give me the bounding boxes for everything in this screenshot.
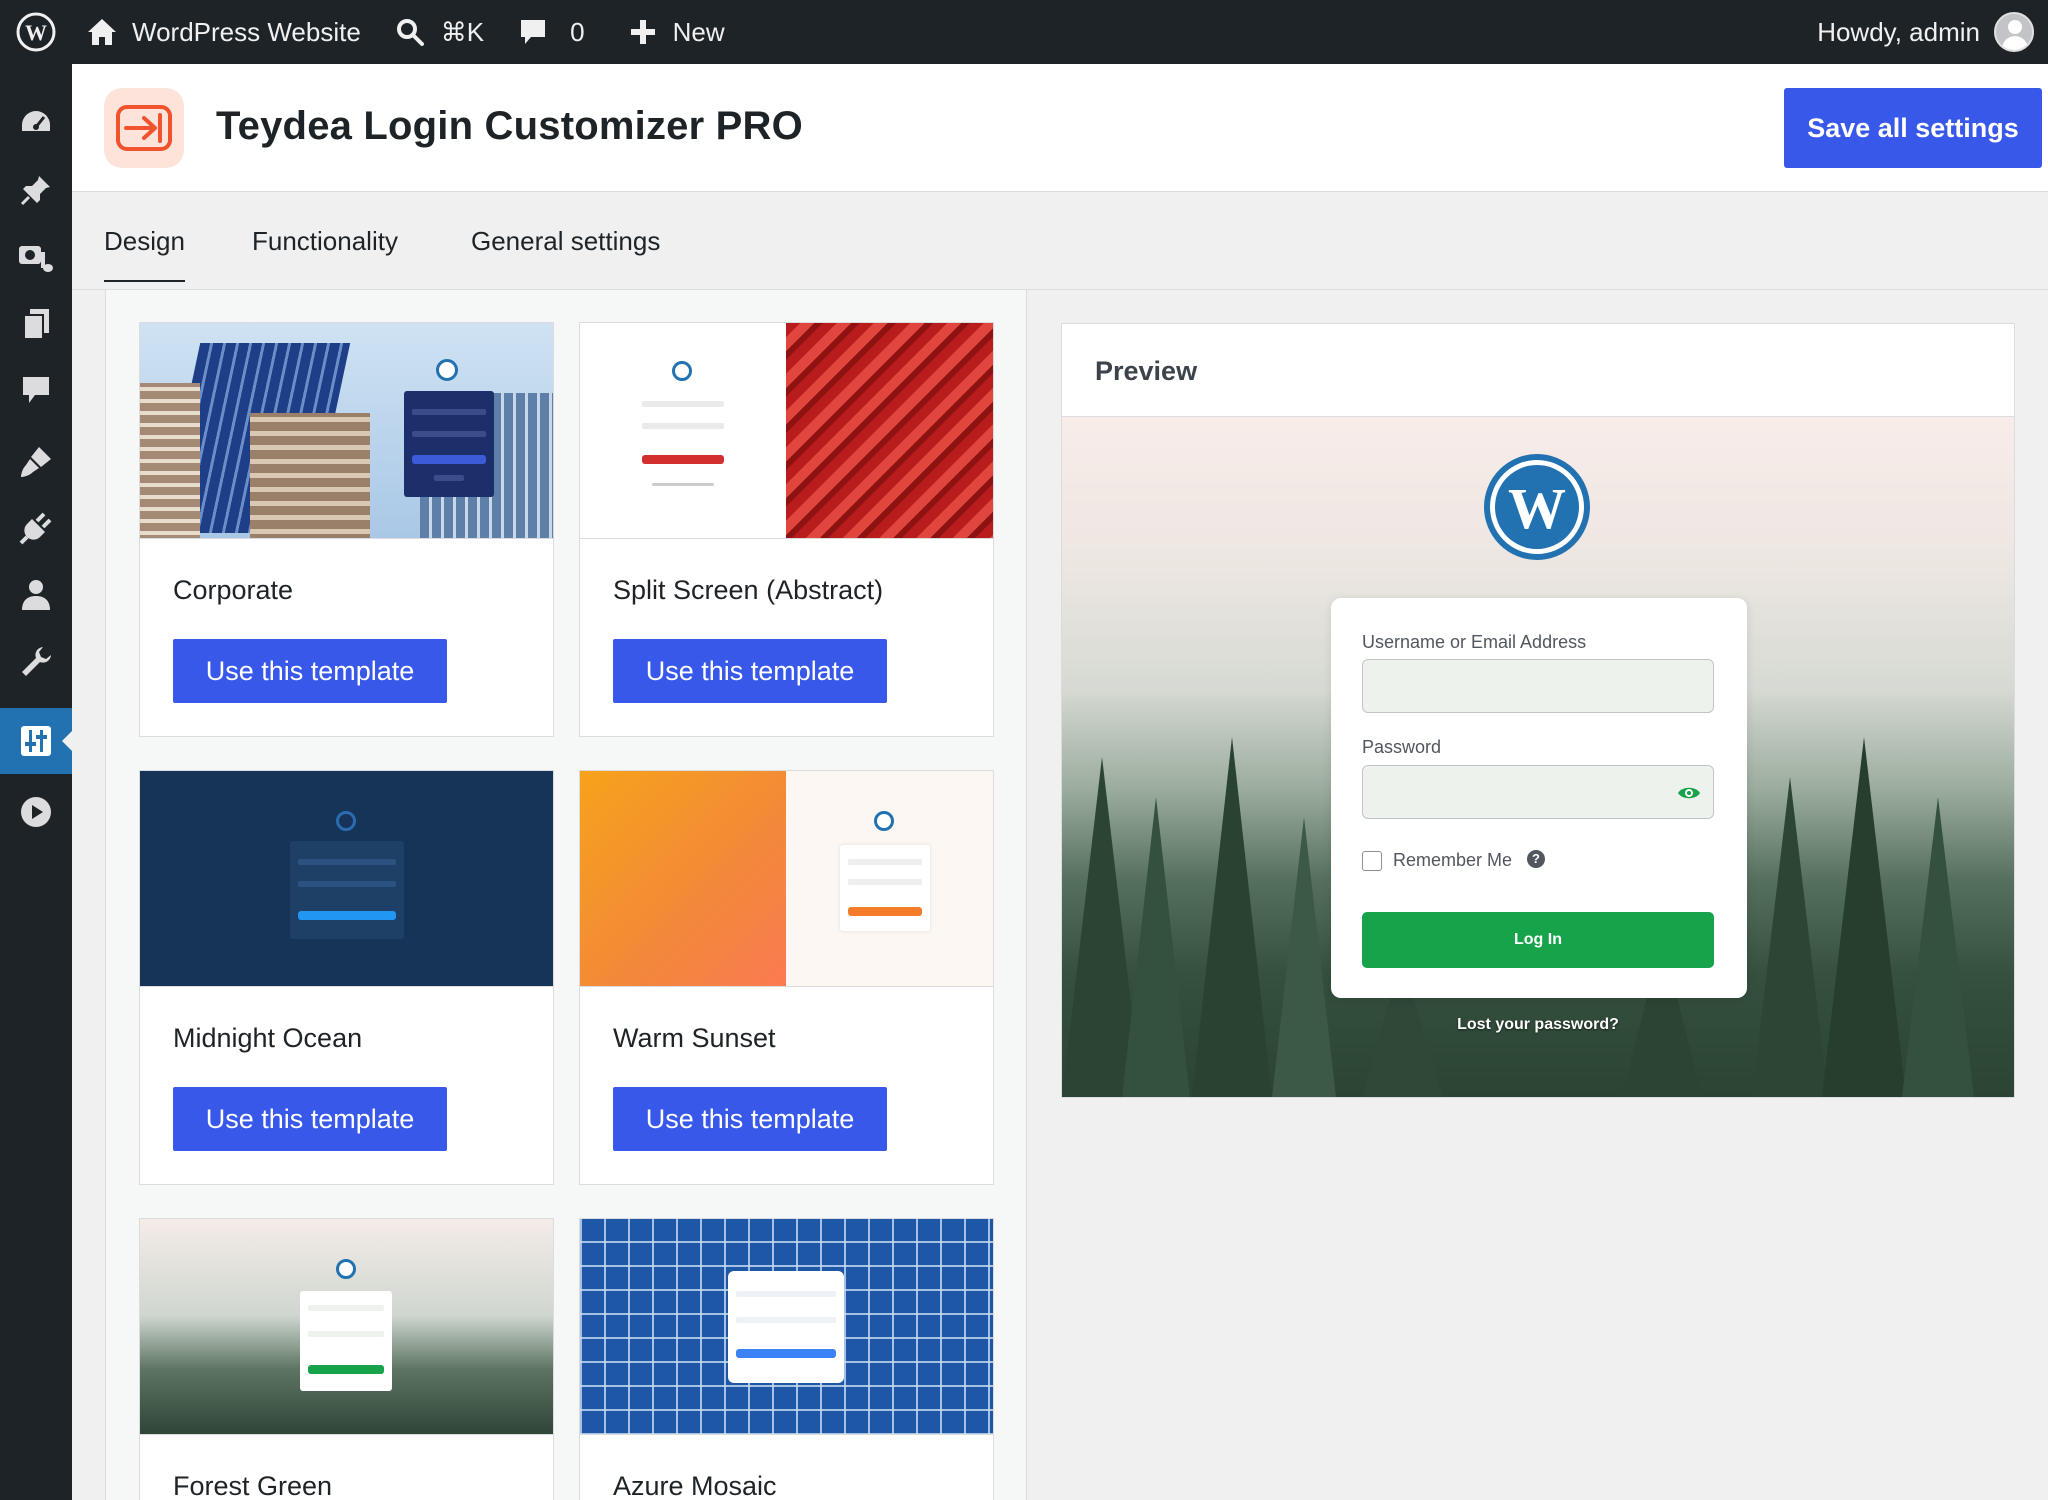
svg-text:W: W (1508, 476, 1566, 541)
sidebar-item-tools[interactable] (0, 629, 72, 695)
remember-me-checkbox[interactable] (1362, 851, 1382, 871)
password-label: Password (1362, 737, 1442, 757)
avatar[interactable] (1994, 12, 2034, 52)
search-icon (396, 19, 424, 46)
home-icon (88, 19, 116, 45)
sidebar-item-settings[interactable] (0, 708, 72, 774)
tab-functionality[interactable]: Functionality (252, 226, 398, 257)
howdy-text: Howdy, admin (1817, 16, 1980, 47)
template-name: Midnight Ocean (173, 1023, 363, 1053)
template-thumbnail[interactable] (140, 323, 553, 539)
account-menu[interactable]: Howdy, admin (1817, 0, 2034, 64)
wordpress-icon: W (16, 12, 56, 52)
plugin-header: Teydea Login Customizer PRO Save all set… (72, 64, 2048, 192)
username-input[interactable] (1362, 659, 1714, 713)
sidebar-item-appearance[interactable] (0, 429, 72, 495)
template-card-forest-green: Forest Green (139, 1218, 554, 1500)
site-name-link[interactable]: WordPress Website (72, 0, 361, 64)
help-icon[interactable]: ? (1527, 850, 1545, 868)
sidebar-item-pages[interactable] (0, 291, 72, 357)
comment-bubble-icon (521, 20, 546, 44)
new-content-menu[interactable]: New (629, 0, 725, 64)
login-form: Username or Email Address Password Remem… (1331, 598, 1747, 998)
plus-icon (630, 20, 655, 44)
sidebar-item-media[interactable] (0, 224, 72, 290)
settings-sliders-icon (21, 726, 51, 756)
command-search[interactable]: ⌘K (395, 0, 484, 64)
template-thumbnail[interactable] (140, 771, 553, 987)
comments-link[interactable]: 0 (518, 0, 585, 64)
template-name: Corporate (173, 575, 294, 605)
comments-count: 0 (570, 16, 585, 47)
lost-password-link[interactable]: Lost your password? (1062, 1016, 2014, 1034)
posts-pin-icon (20, 176, 50, 206)
template-name: Forest Green (173, 1471, 333, 1500)
dashboard-icon (22, 111, 50, 131)
template-name: Split Screen (Abstract) (613, 575, 884, 605)
plugin-logo (104, 88, 184, 168)
media-icon (19, 246, 53, 272)
template-card-azure-mosaic: Azure Mosaic (579, 1218, 994, 1500)
page-title: Teydea Login Customizer PRO (216, 104, 803, 148)
template-name: Warm Sunset (613, 1023, 776, 1053)
comments-icon (23, 377, 49, 403)
pages-icon (23, 309, 49, 340)
template-card-midnight-ocean: Midnight Ocean Use this template (139, 770, 554, 1185)
appearance-brush-icon (21, 447, 51, 477)
preview-panel: Preview W Username or Email Address Pass… (1061, 323, 2015, 1098)
site-name: WordPress Website (132, 16, 361, 47)
template-grid: Corporate Use this template Split Screen… (105, 290, 1027, 1500)
template-card-corporate: Corporate Use this template (139, 322, 554, 737)
wordpress-logo-menu[interactable]: W (0, 0, 72, 64)
sidebar-item-users[interactable] (0, 562, 72, 628)
template-thumbnail[interactable] (580, 771, 993, 987)
sidebar-item-posts[interactable] (0, 157, 72, 223)
preview-header: Preview (1062, 324, 2014, 417)
new-label: New (672, 16, 725, 47)
tab-design[interactable]: Design (104, 226, 185, 282)
template-thumbnail[interactable] (580, 1219, 993, 1435)
sidebar-item-media-player[interactable] (0, 779, 72, 845)
use-template-button[interactable]: Use this template (613, 639, 887, 703)
show-password-eye-icon[interactable] (1677, 784, 1701, 802)
plugins-icon (19, 512, 52, 545)
use-template-button[interactable]: Use this template (173, 1087, 447, 1151)
preview-title: Preview (1095, 356, 1198, 386)
tools-wrench-icon (22, 647, 51, 676)
use-template-button[interactable]: Use this template (173, 639, 447, 703)
template-thumbnail[interactable] (140, 1219, 553, 1435)
tab-general-settings[interactable]: General settings (471, 226, 660, 257)
remember-me-label: Remember Me (1393, 850, 1513, 870)
use-template-button[interactable]: Use this template (613, 1087, 887, 1151)
search-shortcut: ⌘K (440, 16, 485, 47)
sidebar-item-plugins[interactable] (0, 495, 72, 561)
log-in-button[interactable]: Log In (1362, 912, 1714, 968)
username-label: Username or Email Address (1362, 632, 1587, 652)
password-input[interactable] (1362, 765, 1714, 819)
admin-sidebar (0, 64, 72, 1500)
sidebar-item-comments[interactable] (0, 358, 72, 424)
wordpress-logo-icon: W (1484, 454, 1590, 560)
template-thumbnail[interactable] (580, 323, 993, 539)
login-arrow-icon (116, 105, 172, 151)
template-card-split-screen: Split Screen (Abstract) Use this templat… (579, 322, 994, 737)
settings-tabs: Design Functionality General settings (72, 192, 2048, 290)
admin-bar: W WordPress Website ⌘K 0 New Howdy, admi… (0, 0, 2048, 64)
users-icon (22, 580, 50, 610)
svg-text:W: W (25, 20, 47, 45)
preview-canvas: W Username or Email Address Password Rem… (1062, 417, 2014, 1097)
template-name: Azure Mosaic (613, 1471, 777, 1500)
save-all-settings-button[interactable]: Save all settings (1784, 88, 2042, 168)
sidebar-item-dashboard[interactable] (0, 89, 72, 155)
play-circle-icon (21, 797, 51, 827)
template-card-warm-sunset: Warm Sunset Use this template (579, 770, 994, 1185)
